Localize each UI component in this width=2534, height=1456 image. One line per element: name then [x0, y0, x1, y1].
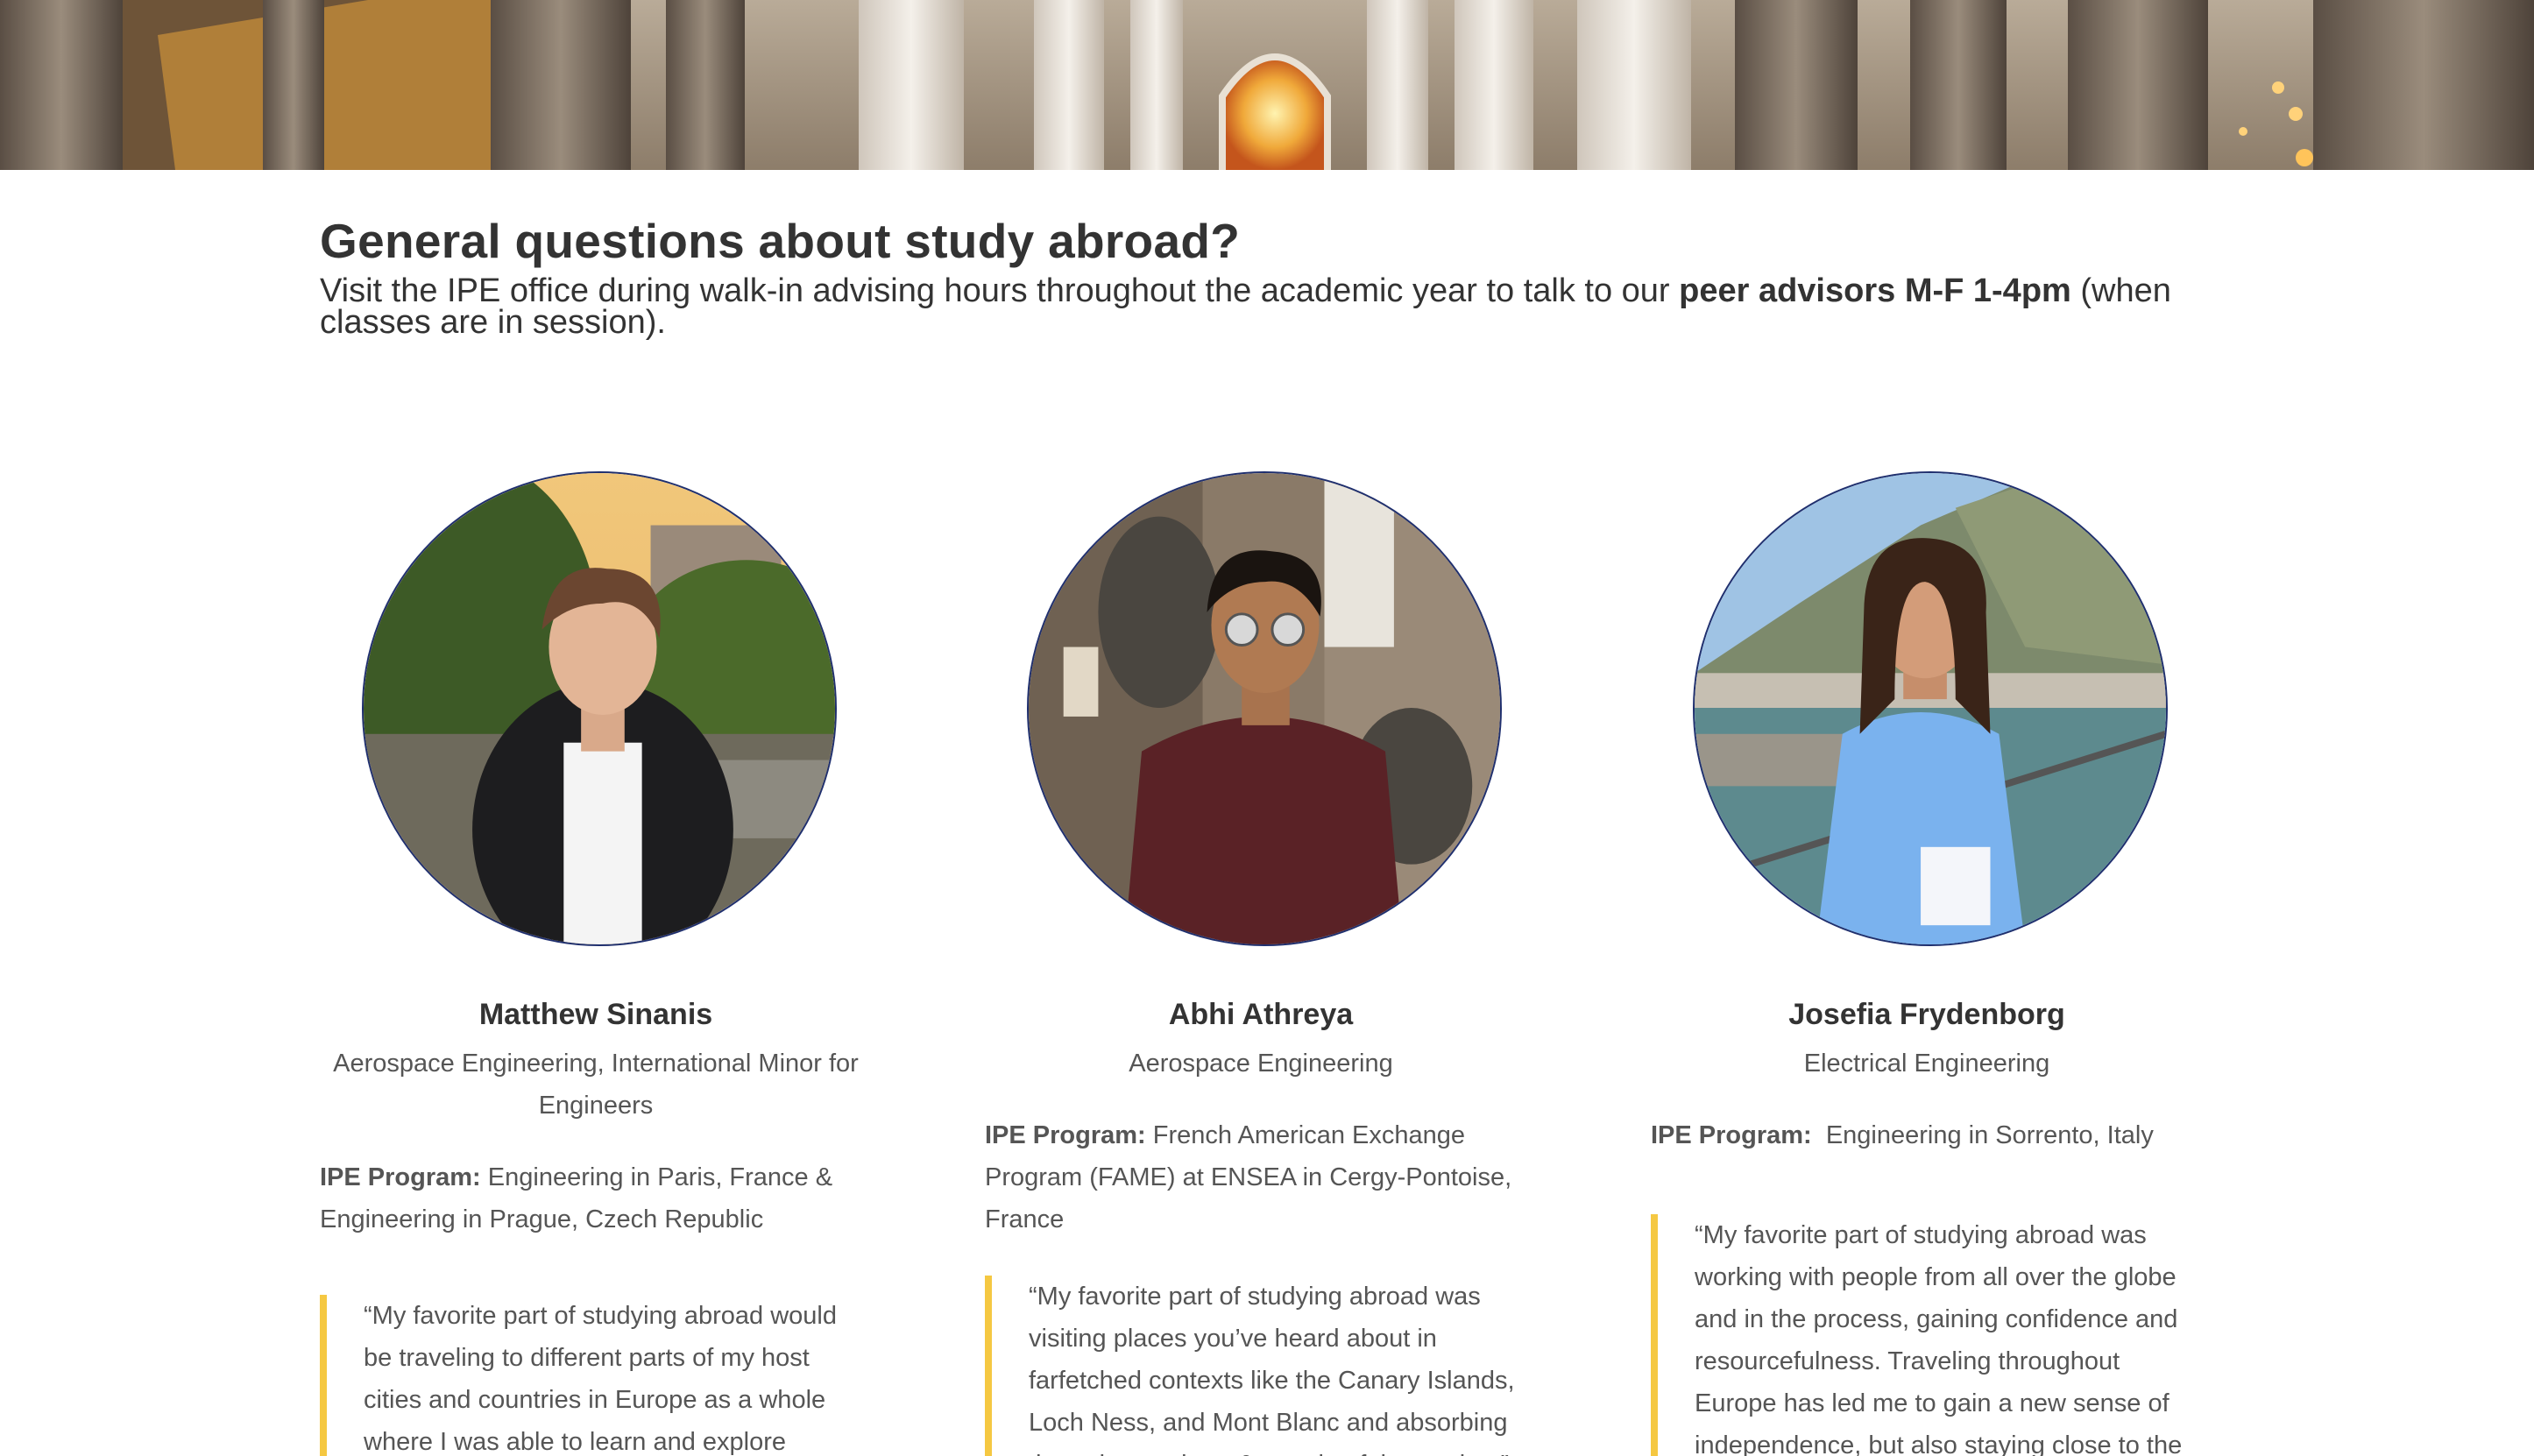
advisor-name: Matthew Sinanis: [478, 998, 713, 1031]
advisor-program: IPE Program: Engineering in Paris, Franc…: [320, 1156, 872, 1240]
advisor-program: IPE Program: Engineering in Sorrento, It…: [1651, 1114, 2203, 1156]
advising-hours: peer advisors M-F 1-4pm: [1679, 272, 2071, 309]
advisor-major: Aerospace Engineering: [1129, 1050, 1393, 1078]
program-label: IPE Program:: [1651, 1121, 1812, 1149]
advisor-program: IPE Program: French American Exchange Pr…: [985, 1114, 1537, 1240]
advisor-quote: “My favorite part of studying abroad wou…: [320, 1295, 872, 1456]
advisor-quote: “My favorite part of studying abroad was…: [1651, 1214, 2203, 1456]
program-value: Engineering in Sorrento, Italy: [1811, 1121, 2154, 1149]
program-label: IPE Program:: [320, 1163, 481, 1191]
program-label: IPE Program:: [985, 1121, 1146, 1149]
advisor-quote: “My favorite part of studying abroad was…: [985, 1276, 1537, 1456]
page: General questions about study abroad? Vi…: [0, 0, 2534, 1456]
advisor-name: Abhi Athreya: [1168, 998, 1354, 1031]
advisor-major: Aerospace Engineering, International Min…: [333, 1050, 859, 1120]
advisor-photo: [1027, 471, 1502, 946]
advisor-photo: [1693, 471, 2168, 946]
advisor-major: Electrical Engineering: [1803, 1050, 2050, 1078]
cathedral-banner-image: [0, 0, 2534, 170]
advisor-photo: [362, 471, 837, 946]
page-heading: General questions about study abroad?: [320, 214, 1241, 268]
intro-section: General questions about study abroad? Vi…: [320, 210, 2230, 339]
advisor-name: Josefia Frydenborg: [1788, 998, 2065, 1031]
intro-paragraph: Visit the IPE office during walk-in advi…: [320, 272, 2230, 339]
